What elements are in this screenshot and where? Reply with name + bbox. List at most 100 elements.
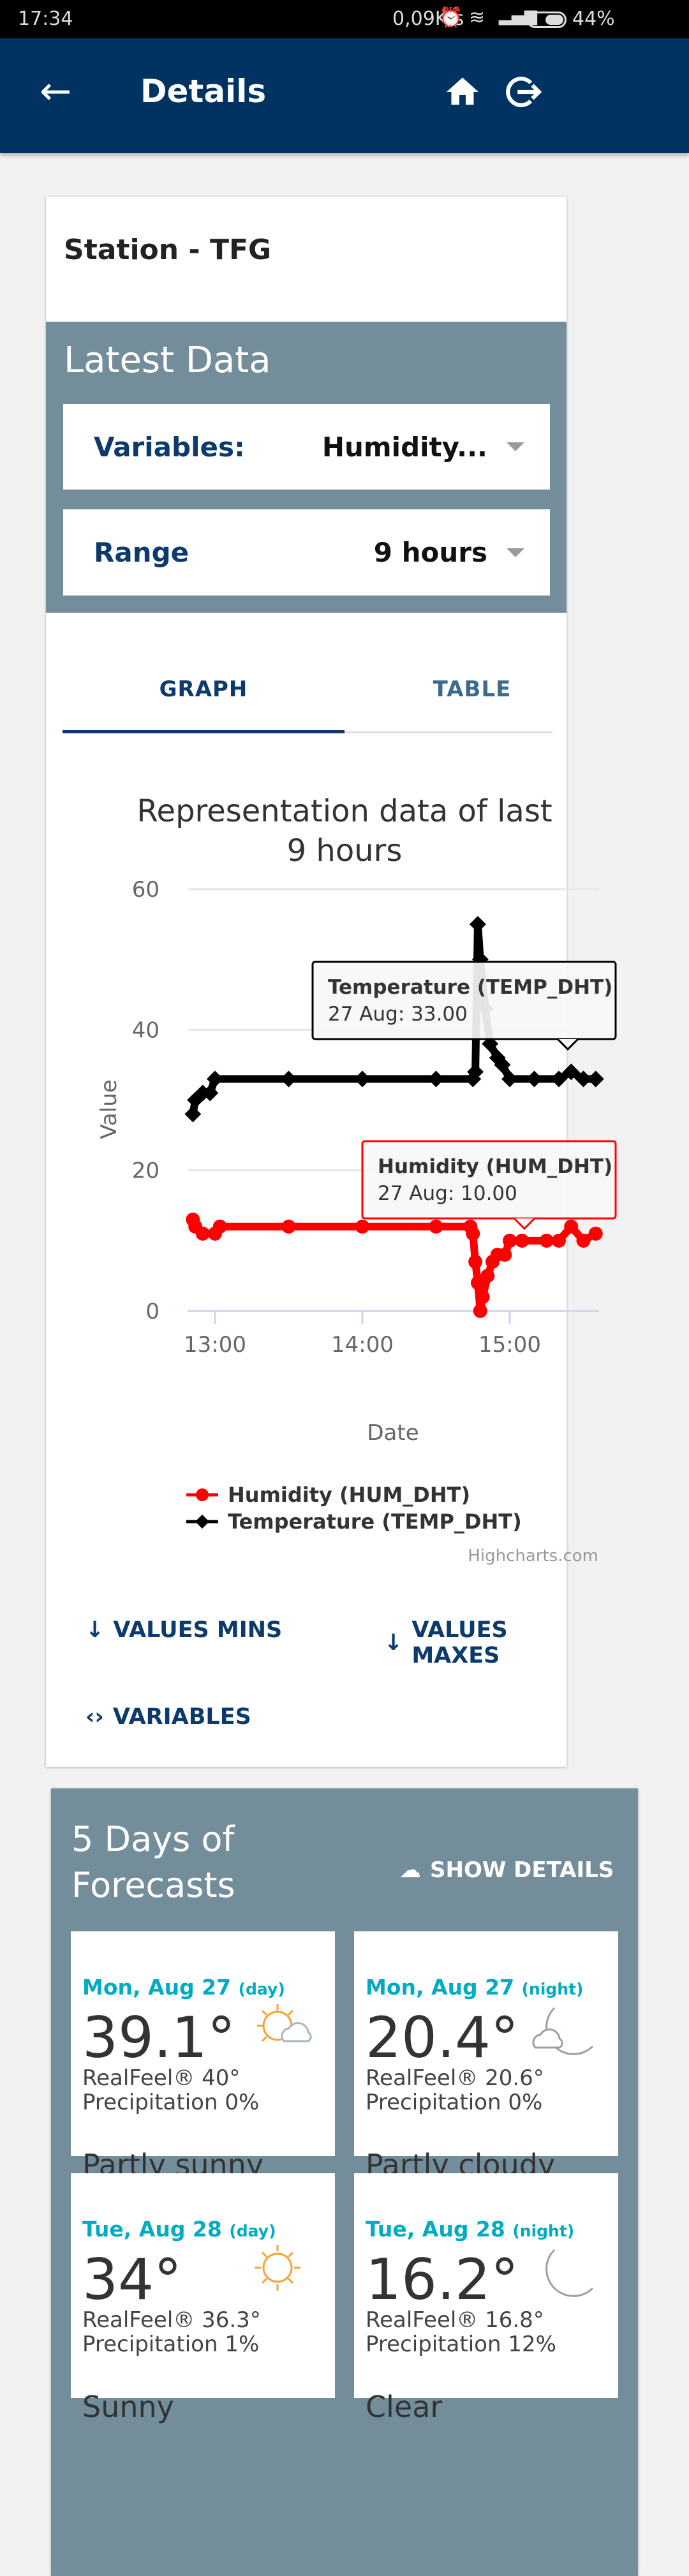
temperature-point <box>469 916 486 933</box>
moon-icon <box>529 2243 599 2310</box>
chart: 60 40 20 0 13:00 14:00 15:00 Date Value Temperatu… <box>96 877 617 1566</box>
forecast-tile[interactable]: Mon, Aug 27 (day) 39.1° RealFeel® 40° Pr… <box>71 1931 335 2182</box>
show-details-label: SHOW DETAILS <box>430 1857 614 1883</box>
humidity-point <box>195 1226 210 1241</box>
forecast-precip: Precipitation 0% <box>82 2090 260 2115</box>
latest-data-panel: Latest Data Variables: Humidity... Range… <box>46 322 567 613</box>
humidity-point <box>480 1268 495 1283</box>
forecast-date: Tue, Aug 28 (day) <box>82 2217 276 2242</box>
legend-item: Humidity (HUM_DHT) <box>228 1483 470 1507</box>
variables-value: Humidity... <box>322 431 487 463</box>
variables-select[interactable]: Variables: Humidity... <box>63 404 550 490</box>
forecast-tile[interactable]: Tue, Aug 28 (night) 16.2° RealFeel® 16.8… <box>354 2173 618 2424</box>
y-tick-label: 60 <box>132 877 159 902</box>
weather-icon: ☁ <box>399 1857 421 1883</box>
tooltip-pointer <box>513 1217 536 1231</box>
app-bar: ← Details <box>0 38 689 153</box>
alarm-icon: ⏰ <box>439 6 463 29</box>
station-title: Station - TFG <box>64 234 272 266</box>
humidity-point <box>473 1304 487 1318</box>
humidity-point <box>429 1219 443 1234</box>
forecast-realfeel: RealFeel® 36.3° <box>82 2307 261 2333</box>
range-label: Range <box>94 537 189 568</box>
temperature-point <box>184 1105 202 1123</box>
range-value: 9 hours <box>373 537 487 568</box>
chart-title-line2: 9 hours <box>286 833 403 869</box>
forecast-title-line1: 5 Days of <box>71 1819 235 1859</box>
code-icon: ‹› <box>85 1704 104 1730</box>
forecast-period: (night) <box>521 1980 584 1998</box>
latest-data-title: Latest Data <box>64 340 271 381</box>
values-maxes-button[interactable]: ↓ VALUES MAXES <box>384 1617 567 1668</box>
tooltip-pointer <box>556 1038 579 1051</box>
back-arrow-icon[interactable]: ← <box>40 69 71 114</box>
forecast-period: (night) <box>512 2222 575 2240</box>
tab-indicator <box>63 730 344 733</box>
humidity-point <box>588 1226 603 1241</box>
y-tick-label: 40 <box>132 1017 159 1043</box>
variables-button[interactable]: ‹› VARIABLES <box>85 1704 251 1730</box>
forecast-realfeel: RealFeel® 20.6° <box>366 2065 544 2091</box>
x-tick-label: 15:00 <box>478 1332 541 1358</box>
forecast-precip: Precipitation 12% <box>366 2332 556 2357</box>
partly-cloudy-night-icon <box>529 2002 599 2068</box>
forecast-tile[interactable]: Tue, Aug 28 (day) 34° RealFeel® 36.3° Pr… <box>71 2173 335 2424</box>
battery-icon <box>527 11 567 28</box>
humidity-point <box>355 1219 369 1234</box>
y-tick-label: 0 <box>145 1299 159 1324</box>
range-select[interactable]: Range 9 hours <box>63 509 550 595</box>
wifi-icon: ≋ <box>469 6 485 29</box>
chart-title: Representation data of last 9 hours <box>64 791 625 871</box>
forecast-realfeel: RealFeel® 16.8° <box>366 2307 544 2333</box>
values-maxes-label: VALUES MAXES <box>411 1617 508 1668</box>
clock: 17:34 <box>18 8 73 30</box>
humidity-point <box>576 1233 591 1248</box>
forecast-period: (day) <box>238 1980 285 1998</box>
partly-sunny-icon <box>246 2002 316 2055</box>
forecast-panel: 5 Days of Forecasts ☁ SHOW DETAILS Mon, A… <box>51 1788 638 2576</box>
chevron-down-icon <box>507 548 524 557</box>
forecast-period: (day) <box>229 2222 276 2240</box>
home-icon[interactable] <box>443 73 482 111</box>
tooltip-box <box>311 961 617 1040</box>
forecast-desc: Clear <box>366 2390 443 2424</box>
chart-credits: Highcharts.com <box>468 1546 598 1566</box>
tab-table[interactable]: TABLE <box>344 677 600 702</box>
x-tick-label: 14:00 <box>331 1332 394 1358</box>
humidity-point <box>475 1289 490 1304</box>
tooltip-series: Humidity (HUM_DHT) <box>378 1155 612 1178</box>
x-axis-title: Date <box>367 1420 419 1446</box>
sun-icon <box>246 2243 316 2297</box>
y-axis-title: Value <box>96 1079 122 1139</box>
tooltip-box <box>361 1140 617 1220</box>
chevron-down-icon <box>507 442 524 451</box>
humidity-point <box>503 1233 517 1248</box>
forecast-precip: Precipitation 1% <box>82 2332 260 2357</box>
forecast-precip: Precipitation 0% <box>366 2090 543 2115</box>
humidity-point <box>212 1219 227 1234</box>
values-mins-label: VALUES MINS <box>113 1617 283 1643</box>
humidity-point <box>466 1226 480 1241</box>
forecast-date: Tue, Aug 28 (night) <box>366 2217 575 2242</box>
values-mins-button[interactable]: ↓ VALUES MINS <box>85 1617 282 1643</box>
humidity-point <box>281 1219 296 1234</box>
x-tick-label: 13:00 <box>184 1332 246 1358</box>
arrow-down-icon: ↓ <box>85 1617 105 1643</box>
forecast-realfeel: RealFeel® 40° <box>82 2065 241 2091</box>
tab-graph[interactable]: GRAPH <box>63 677 344 702</box>
humidity-point <box>468 1254 483 1269</box>
legend-circle-marker <box>196 1488 209 1501</box>
chart-title-line1: Representation data of last <box>137 793 552 829</box>
variables-label: Variables: <box>94 431 245 463</box>
temperature-point <box>280 1070 297 1088</box>
forecast-date: Mon, Aug 27 (night) <box>366 1975 584 2000</box>
page-title: Details <box>140 73 267 110</box>
logout-icon[interactable] <box>503 70 542 114</box>
legend-diamond-marker <box>195 1515 209 1529</box>
show-details-button[interactable]: ☁ SHOW DETAILS <box>399 1857 614 1883</box>
legend-item: Temperature (TEMP_DHT) <box>228 1509 522 1534</box>
status-bar: 17:34 0,09K/s ⏰ ≋ ▂▄▆ 44% <box>0 0 689 38</box>
forecast-date: Mon, Aug 27 (day) <box>82 1975 285 2000</box>
forecast-desc: Sunny <box>82 2390 174 2424</box>
forecast-tile[interactable]: Mon, Aug 27 (night) 20.4° RealFeel® 20.6… <box>354 1931 618 2182</box>
